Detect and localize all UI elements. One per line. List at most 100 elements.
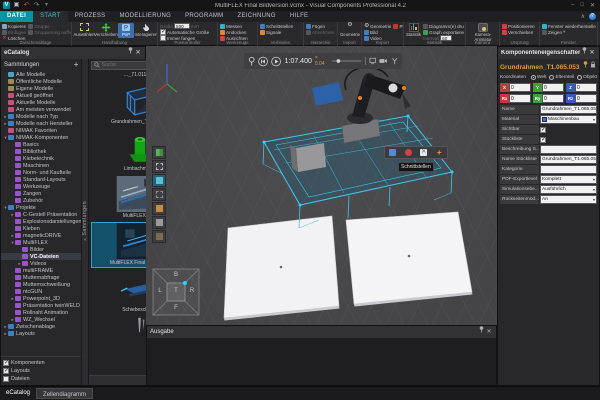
property-input[interactable]: Grundrahmen_T1.065.053 [540, 105, 597, 114]
ribbon-tab-hilfe[interactable]: HILFE [283, 11, 316, 22]
output-log[interactable] [147, 338, 496, 385]
tree-item[interactable]: ▸C-Gestell Präsentation [1, 211, 81, 218]
tree-item[interactable]: Kleben [1, 225, 81, 232]
property-select[interactable]: Komplett▾ [540, 175, 597, 184]
show-button[interactable]: Zeigen▾ [542, 29, 596, 35]
filter-checkbox-layouts[interactable]: Layouts [3, 368, 79, 374]
tree-item[interactable]: Präsentation twinWELD [1, 302, 81, 309]
export-pdf-button[interactable]: PDF [393, 23, 404, 29]
qat-dropdown-icon[interactable]: ▾ [43, 2, 50, 9]
ribbon-tab-modellierung[interactable]: MODELLIERUNG [112, 11, 178, 22]
signal-tree-icon[interactable] [391, 57, 398, 65]
filter-checkbox-dateien[interactable]: Dateien [3, 376, 79, 382]
tree-item[interactable]: Alle Modelle [1, 71, 81, 78]
3d-viewport[interactable]: 1:07.400 × 0.04 [146, 46, 497, 325]
coord-mode-radio-objekt[interactable]: Objekt [577, 75, 597, 80]
lasso-select-button[interactable] [152, 188, 166, 201]
ungroup-button[interactable]: Gruppierung aufheben [28, 29, 72, 35]
property-select[interactable]: An▾ [540, 195, 597, 204]
tree-item[interactable]: Mutternabfrage [1, 274, 81, 281]
tree-item[interactable]: ▸WZ_Wechsel [1, 316, 81, 323]
tree-item[interactable]: ▾Projekte [1, 204, 81, 211]
ribbon-tab-datei[interactable]: DATEI [0, 11, 33, 22]
pnp-button[interactable]: PPnP [118, 23, 134, 38]
property-select[interactable]: Maschinenbau▾ [540, 115, 597, 124]
tree-item[interactable]: ▸Modelle nach Typ [1, 113, 81, 120]
close-icon[interactable]: ✕ [134, 47, 142, 59]
pin-icon[interactable] [477, 326, 485, 338]
axis-value-input[interactable]: 0 [509, 94, 531, 103]
axis-value-input[interactable]: 0 [509, 83, 531, 92]
tree-item[interactable]: multiFRAME [1, 267, 81, 274]
tree-item[interactable]: Zubehör [1, 197, 81, 204]
collections-collapse-handle[interactable]: Sammlungen « [82, 59, 89, 385]
tree-item[interactable]: Maschinen [1, 162, 81, 169]
tree-item[interactable]: Mutternschweißung [1, 281, 81, 288]
signals-tool-icon[interactable] [436, 149, 443, 156]
lock-icon[interactable] [589, 61, 597, 73]
tree-item[interactable]: Rollnaht Animation [1, 309, 81, 316]
tree-item[interactable]: Explosionsdarstellungen [1, 218, 81, 225]
tree-item[interactable]: Bilder [1, 246, 81, 253]
tree-item[interactable]: ntcGUN [1, 288, 81, 295]
ribbon-tab-zeichnung[interactable]: ZEICHNUNG [230, 11, 282, 22]
tree-item[interactable]: ▾NIMAK-Komponenten [1, 134, 81, 141]
delete-component-icon[interactable] [405, 149, 412, 156]
property-input[interactable] [540, 165, 597, 174]
property-select[interactable]: Ausführlich▾ [540, 185, 597, 194]
signals-button[interactable]: Signale [260, 29, 302, 35]
minimize-button[interactable]: – [571, 2, 574, 9]
view-right-face[interactable]: R [188, 288, 196, 294]
coord-mode-radio-welt[interactable]: Welt [531, 75, 547, 80]
save-icon[interactable]: ▣ [13, 2, 20, 9]
view-cube[interactable]: B L T R F [152, 268, 200, 316]
tree-item[interactable]: Werkzeuge [1, 183, 81, 190]
detach-button[interactable]: Abnehmen [306, 29, 336, 35]
status-tab-ecatalog[interactable]: eCatalog [0, 387, 36, 400]
property-input[interactable]: Grundrahmen_T1.065.053 [540, 155, 597, 164]
tree-item[interactable]: Zangen [1, 190, 81, 197]
rectangle-select-button[interactable] [152, 160, 166, 173]
reset-icon[interactable] [258, 56, 268, 67]
select-button[interactable]: Auswählen [74, 23, 94, 38]
view-back-face[interactable]: B [172, 272, 180, 278]
ribbon-tab-start[interactable]: START [33, 11, 68, 22]
origin-move-button[interactable]: Verschieben [502, 29, 538, 35]
view-left-face[interactable]: L [156, 288, 164, 294]
ribbon-tab-prozess[interactable]: PROZESS [68, 11, 113, 22]
tree-item[interactable]: ▸Layouts [1, 330, 81, 337]
help-icon[interactable]: ? [589, 13, 596, 20]
freeform-select-button[interactable] [152, 174, 166, 187]
maximize-button[interactable]: □ [580, 2, 584, 9]
add-collection-button[interactable]: + [74, 60, 79, 70]
status-tab-zellendiagramm[interactable]: Zellendiagramm [36, 388, 93, 399]
tree-item[interactable]: Aktuell geöffnet [1, 92, 81, 99]
render-mode-button[interactable] [152, 202, 166, 215]
coord-mode-radio-elternteil[interactable]: Elternteil [549, 75, 574, 80]
tree-item[interactable]: Bibliothek [1, 148, 81, 155]
import-geometry-button[interactable]: Geometrie [340, 23, 360, 38]
redo-icon[interactable]: ↷ [33, 2, 40, 9]
axis-value-input[interactable]: 0 [575, 83, 597, 92]
tree-item[interactable]: ▸Modelle nach Hersteller [1, 120, 81, 127]
axis-value-input[interactable]: 0 [542, 83, 564, 92]
statistics-button[interactable]: Statistik [406, 23, 421, 41]
speed-slider[interactable] [331, 56, 362, 66]
property-input[interactable] [540, 145, 597, 154]
axis-value-input[interactable]: 0 [542, 94, 564, 103]
ribbon-tab-programm[interactable]: PROGRAMM [178, 11, 230, 22]
undo-icon[interactable]: ↶ [23, 2, 30, 9]
property-checkbox[interactable] [540, 127, 546, 133]
pin-icon[interactable] [580, 47, 588, 59]
tree-item[interactable]: ▸Powerpoint_3D [1, 295, 81, 302]
camera-icon[interactable] [379, 57, 387, 65]
play-icon[interactable] [271, 56, 281, 67]
tree-item[interactable]: Norm- und Kaufteile [1, 169, 81, 176]
copy-component-icon[interactable] [389, 149, 396, 156]
tree-item[interactable]: ▸Videos [1, 260, 81, 267]
pin-icon[interactable] [581, 61, 589, 73]
sheet-part-right[interactable] [346, 212, 473, 307]
tree-item[interactable]: ▾MultiFLEX [1, 239, 81, 246]
selection-mode-all-button[interactable] [152, 146, 166, 159]
tree-item[interactable]: Am meisten verwendet [1, 106, 81, 113]
